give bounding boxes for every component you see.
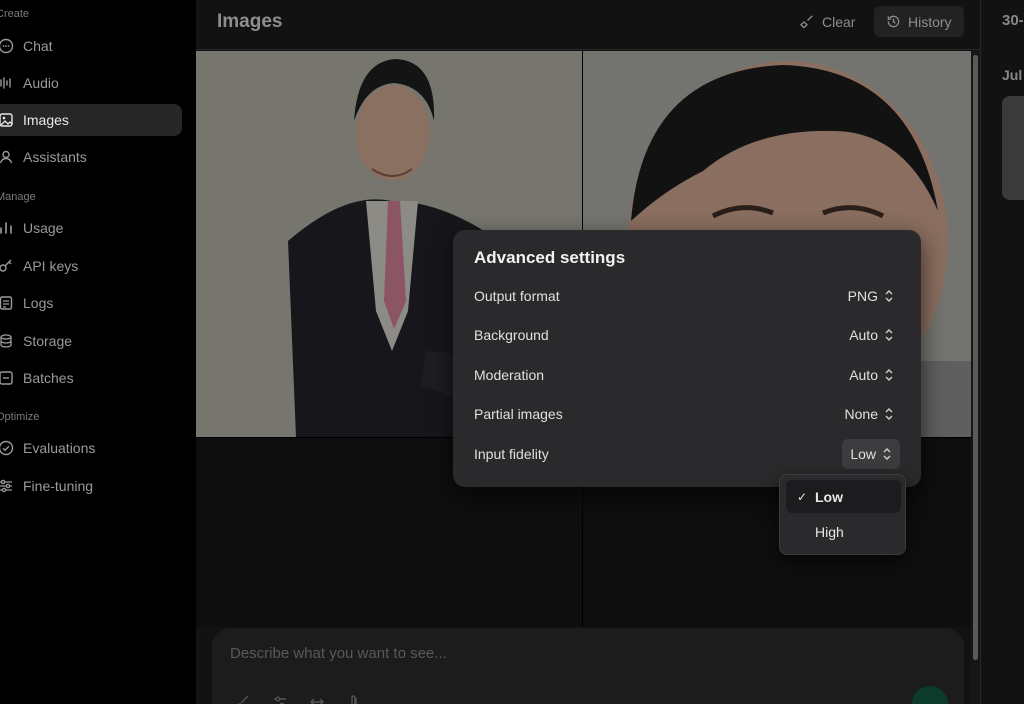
clear-button-label: Clear	[822, 13, 856, 30]
advanced-settings-title: Advanced settings	[474, 248, 626, 267]
sidebar-item-label: Chat	[23, 38, 53, 54]
key-icon	[0, 259, 12, 272]
section-label-manage: Manage	[0, 191, 36, 203]
setting-label: Moderation	[474, 367, 545, 383]
moderation-select[interactable]: Auto	[843, 360, 900, 390]
prompt-input[interactable]	[230, 641, 830, 665]
fine-tuning-icon	[0, 479, 12, 493]
send-button[interactable]	[912, 686, 948, 704]
sidebar-item-logs[interactable]: Logs	[0, 287, 182, 319]
broom-icon	[800, 15, 813, 29]
chevron-up-down-icon	[885, 408, 893, 420]
sidebar: Create Chat Audio Images Assistants Mana…	[0, 0, 196, 704]
scrollbar-thumb[interactable]	[973, 55, 978, 660]
sidebar-item-batches[interactable]: Batches	[0, 362, 182, 394]
page-title: Images	[217, 11, 283, 32]
assistants-icon	[0, 150, 13, 164]
brush-icon[interactable]	[234, 694, 250, 704]
sidebar-item-audio[interactable]: Audio	[0, 67, 182, 99]
sidebar-item-label: Usage	[23, 220, 64, 236]
sidebar-item-label: Storage	[23, 333, 73, 349]
setting-background: Background Auto	[474, 320, 900, 350]
partial-images-select[interactable]: None	[839, 399, 900, 429]
sidebar-item-label: Assistants	[23, 149, 87, 165]
settings-sliders-icon[interactable]	[272, 694, 288, 704]
setting-moderation: Moderation Auto	[474, 360, 900, 390]
chevron-up-down-icon	[885, 290, 893, 302]
background-select[interactable]: Auto	[843, 320, 900, 350]
chevron-up-down-icon	[883, 448, 891, 460]
history-thumbnail[interactable]	[1002, 96, 1024, 200]
section-label-optimize: Optimize	[0, 411, 40, 423]
option-label: Low	[815, 488, 843, 505]
history-panel-header: 30-	[1002, 12, 1024, 29]
sidebar-item-label: Images	[23, 112, 69, 128]
select-value: Auto	[849, 327, 878, 343]
sidebar-item-api-keys[interactable]: API keys	[0, 250, 182, 282]
input-fidelity-select[interactable]: Low	[842, 439, 900, 469]
dropdown-option-low[interactable]: ✓ Low	[786, 480, 901, 513]
sidebar-item-label: API keys	[23, 258, 79, 274]
sidebar-item-label: Logs	[23, 295, 54, 311]
sidebar-item-label: Fine-tuning	[23, 478, 94, 494]
evaluations-icon	[0, 440, 14, 456]
sidebar-item-label: Batches	[23, 370, 74, 386]
logs-icon	[0, 296, 13, 310]
history-icon	[887, 15, 900, 28]
sidebar-item-evaluations[interactable]: Evaluations	[0, 432, 182, 464]
chevron-up-down-icon	[885, 369, 893, 381]
chevron-up-down-icon	[885, 329, 893, 341]
storage-icon	[0, 334, 12, 348]
section-label-create: Create	[0, 8, 30, 20]
history-button[interactable]: History	[874, 6, 964, 37]
sidebar-item-usage[interactable]: Usage	[0, 212, 182, 244]
setting-output-format: Output format PNG	[474, 281, 900, 311]
setting-label: Output format	[474, 288, 560, 304]
sidebar-item-storage[interactable]: Storage	[0, 325, 182, 357]
setting-label: Background	[474, 327, 549, 343]
setting-partial-images: Partial images None	[474, 399, 900, 429]
sidebar-item-label: Audio	[23, 75, 59, 91]
sidebar-item-label: Evaluations	[23, 440, 96, 456]
sidebar-item-fine-tuning[interactable]: Fine-tuning	[0, 470, 182, 502]
select-value: Auto	[849, 367, 878, 383]
page-header: Images Clear History	[196, 0, 980, 50]
sidebar-item-images[interactable]: Images	[0, 104, 182, 136]
chat-icon	[0, 38, 14, 54]
option-label: High	[815, 523, 844, 540]
usage-icon	[0, 222, 12, 234]
select-value: None	[844, 406, 878, 422]
prompt-composer	[212, 628, 964, 704]
audio-icon	[0, 77, 11, 89]
check-icon: ✓	[797, 489, 808, 504]
output-format-select[interactable]: PNG	[842, 281, 900, 311]
sidebar-item-assistants[interactable]: Assistants	[0, 141, 182, 173]
advanced-settings-popover: Advanced settings Output format PNG Back…	[453, 230, 921, 487]
dropdown-option-high[interactable]: High	[786, 515, 901, 548]
sidebar-item-chat[interactable]: Chat	[0, 30, 182, 62]
select-value: PNG	[847, 288, 878, 304]
history-button-label: History	[908, 13, 952, 30]
history-date-label: Jul	[1002, 67, 1023, 83]
batches-icon	[0, 371, 13, 385]
attachment-icon[interactable]	[346, 694, 362, 704]
clear-button[interactable]: Clear	[788, 6, 867, 37]
setting-input-fidelity: Input fidelity Low	[474, 439, 900, 469]
select-value: Low	[850, 446, 876, 462]
history-panel: 30- Jul	[980, 0, 1024, 704]
setting-label: Input fidelity	[474, 446, 549, 462]
setting-label: Partial images	[474, 406, 563, 422]
input-fidelity-dropdown: ✓ Low High	[779, 474, 906, 555]
aspect-ratio-icon[interactable]	[309, 694, 325, 704]
image-icon	[0, 113, 13, 127]
